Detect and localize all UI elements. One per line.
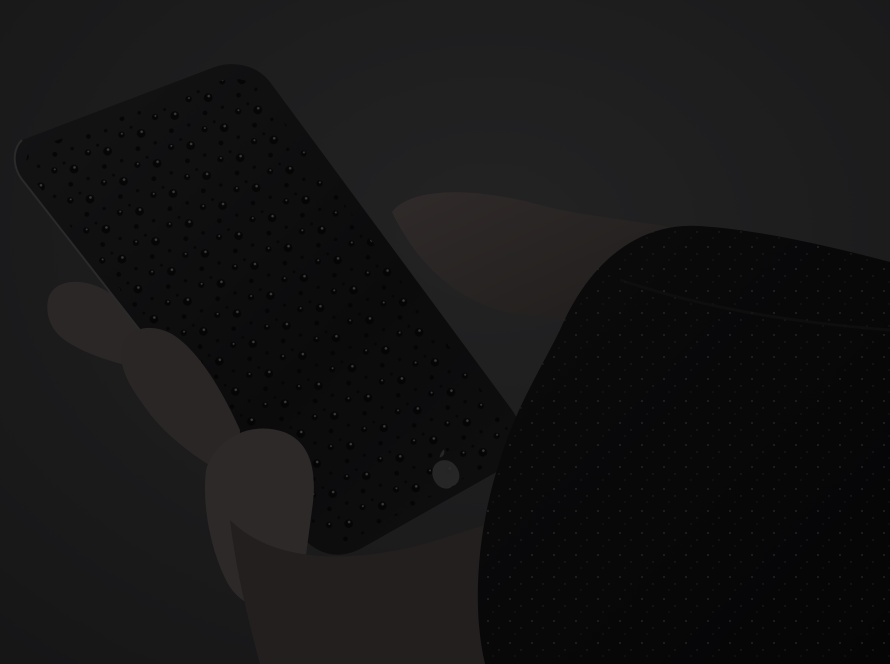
photo-canvas — [0, 0, 890, 664]
photo-scene — [0, 0, 890, 664]
